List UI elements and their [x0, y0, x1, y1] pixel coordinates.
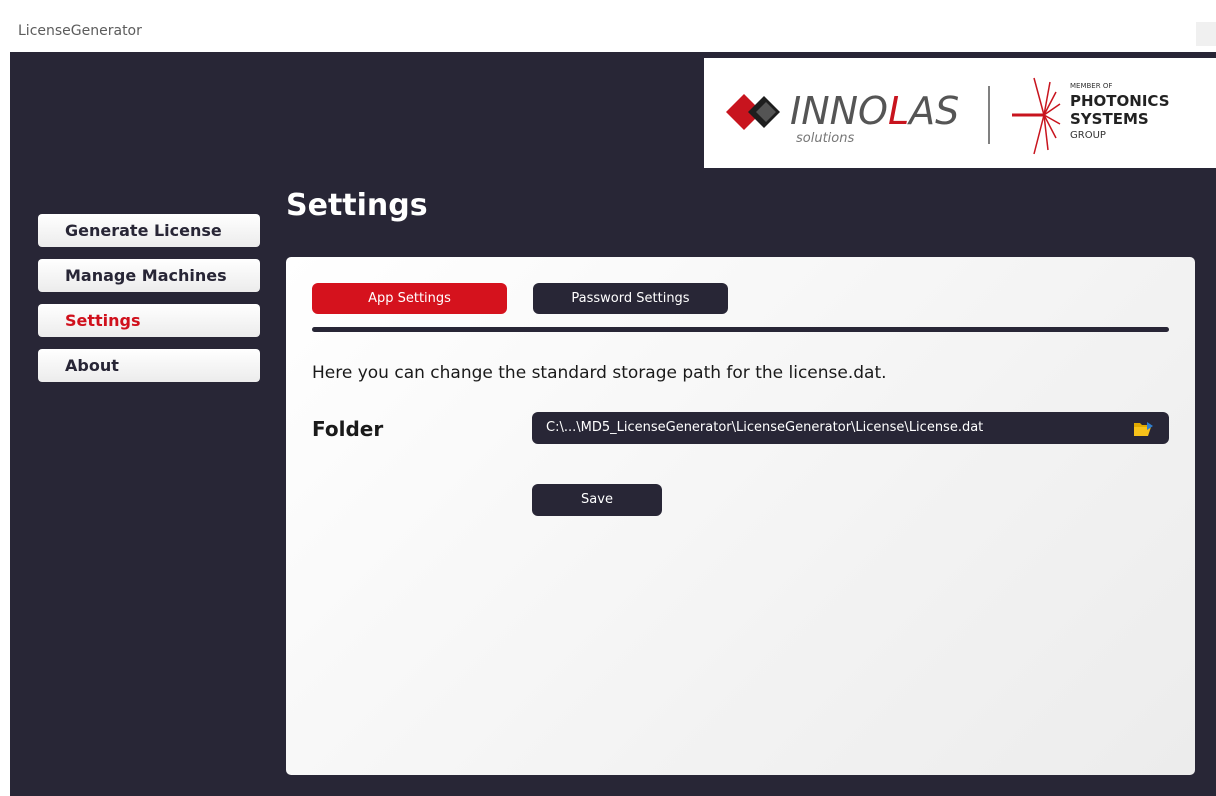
page-title: Settings: [286, 188, 428, 223]
folder-label: Folder: [312, 417, 384, 441]
sidebar-item-generate-license[interactable]: Generate License: [38, 214, 260, 247]
svg-text:GROUP: GROUP: [1070, 130, 1106, 141]
folder-path-value: C:\...\MD5_LicenseGenerator\LicenseGener…: [546, 420, 984, 435]
tab-password-settings[interactable]: Password Settings: [533, 283, 728, 314]
sidebar-nav: Generate License Manage Machines Setting…: [38, 214, 260, 394]
app-window: LicenseGenerator INNOLAS solutions MEMBE…: [10, 10, 1216, 796]
sidebar-item-settings[interactable]: Settings: [38, 304, 260, 337]
folder-open-icon[interactable]: [1133, 419, 1155, 437]
tab-divider: [312, 327, 1169, 332]
settings-panel: App Settings Password Settings Here you …: [286, 257, 1195, 775]
svg-text:solutions: solutions: [796, 131, 854, 146]
save-button[interactable]: Save: [532, 484, 662, 516]
svg-text:INNOLAS: INNOLAS: [790, 89, 959, 133]
sidebar-item-about[interactable]: About: [38, 349, 260, 382]
sidebar-item-manage-machines[interactable]: Manage Machines: [38, 259, 260, 292]
company-logo: INNOLAS solutions MEMBER OF PHOTONICS SY…: [704, 58, 1216, 168]
window-title: LicenseGenerator: [18, 23, 142, 39]
svg-text:SYSTEMS: SYSTEMS: [1070, 110, 1149, 128]
folder-path-field[interactable]: C:\...\MD5_LicenseGenerator\LicenseGener…: [532, 412, 1169, 444]
settings-description: Here you can change the standard storage…: [312, 363, 887, 383]
svg-text:PHOTONICS: PHOTONICS: [1070, 92, 1170, 110]
title-bar: LicenseGenerator: [10, 10, 1216, 52]
tab-app-settings[interactable]: App Settings: [312, 283, 507, 314]
close-button[interactable]: [1196, 22, 1216, 46]
svg-text:MEMBER OF: MEMBER OF: [1070, 82, 1112, 90]
